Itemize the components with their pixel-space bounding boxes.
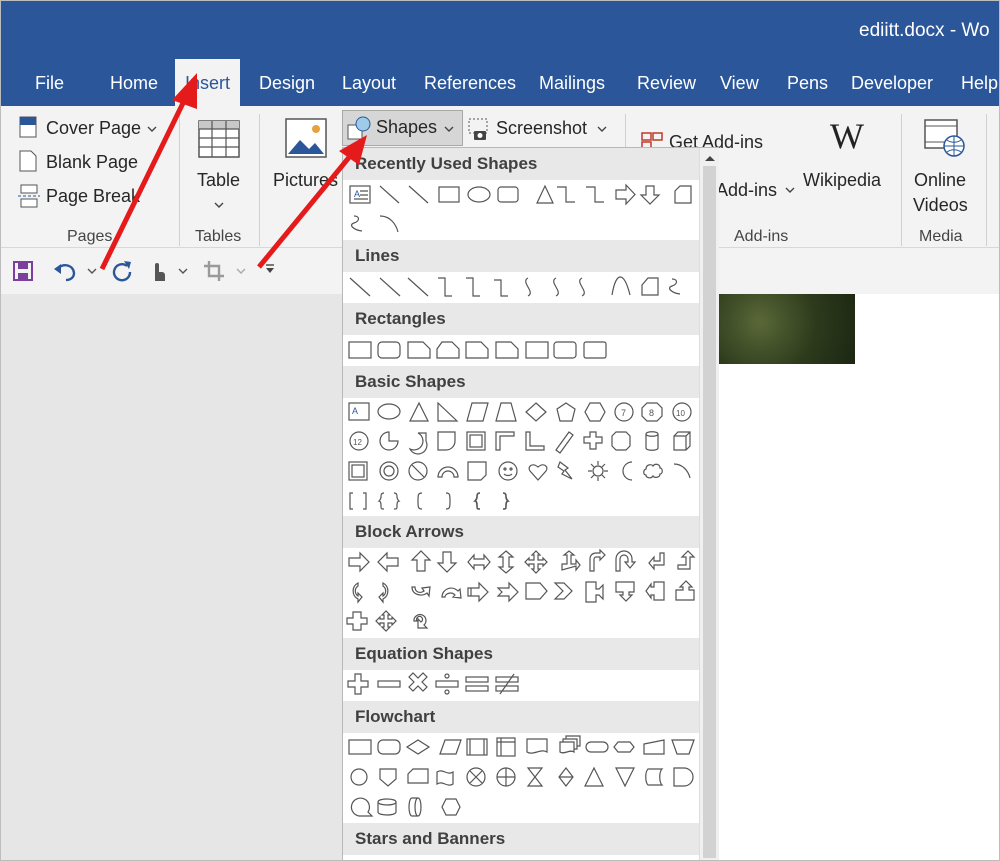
- word-window: ediitt.docx - Wo File Home Insert Design…: [0, 0, 1000, 861]
- arrow-to-shapes-button: [257, 135, 367, 269]
- arrow-to-insert-tab: [99, 73, 197, 271]
- annotation-arrows: [99, 73, 367, 271]
